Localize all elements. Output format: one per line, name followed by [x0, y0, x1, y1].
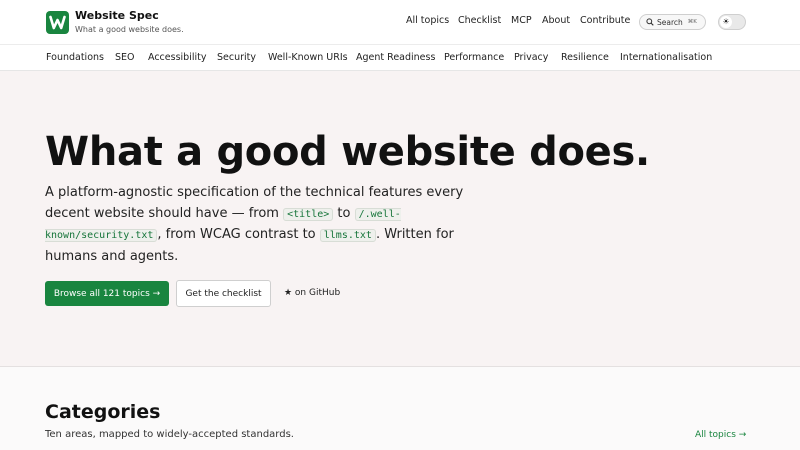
hero-desc-text: , from WCAG contrast to — [157, 227, 320, 242]
browse-topics-button[interactable]: Browse all 121 topics → — [45, 281, 169, 306]
get-checklist-button[interactable]: Get the checklist — [176, 280, 271, 307]
code-snippet: llms.txt — [319, 229, 376, 242]
catnav-well-known-uris[interactable]: Well-Known URIs — [268, 52, 348, 63]
categories-subtitle: Ten areas, mapped to widely-accepted sta… — [45, 429, 294, 440]
all-topics-link[interactable]: All topics → — [695, 430, 746, 440]
site-title[interactable]: Website Spec — [75, 9, 159, 22]
catnav-resilience[interactable]: Resilience — [561, 52, 609, 63]
hero-title: What a good website does. — [45, 129, 650, 175]
catnav-internationalisation[interactable]: Internationalisation — [620, 52, 712, 63]
hero-description: A platform-agnostic specification of the… — [45, 183, 465, 267]
nav-checklist[interactable]: Checklist — [458, 15, 501, 26]
logo-icon[interactable] — [46, 11, 69, 34]
search-button[interactable]: Search ⌘K — [639, 14, 706, 30]
search-shortcut: ⌘K — [687, 19, 697, 25]
catnav-seo[interactable]: SEO — [115, 52, 135, 63]
github-link[interactable]: ★ on GitHub — [284, 288, 340, 298]
search-icon — [646, 18, 654, 26]
categories-title: Categories — [45, 401, 161, 423]
category-nav: Foundations SEO Accessibility Security W… — [0, 45, 800, 71]
catnav-foundations[interactable]: Foundations — [46, 52, 104, 63]
catnav-performance[interactable]: Performance — [444, 52, 504, 63]
nav-all-topics[interactable]: All topics — [406, 15, 449, 26]
catnav-security[interactable]: Security — [217, 52, 256, 63]
sun-icon: ☀ — [720, 16, 732, 28]
site-header: Website Spec What a good website does. A… — [0, 0, 800, 45]
nav-contribute[interactable]: Contribute — [580, 15, 630, 26]
nav-mcp[interactable]: MCP — [511, 15, 532, 26]
code-snippet: <title> — [283, 207, 334, 221]
hero-desc-text: to — [333, 205, 355, 221]
catnav-agent-readiness[interactable]: Agent Readiness — [356, 52, 435, 63]
search-label: Search — [657, 17, 683, 27]
catnav-accessibility[interactable]: Accessibility — [148, 52, 206, 63]
site-tagline: What a good website does. — [75, 25, 184, 34]
nav-about[interactable]: About — [542, 15, 570, 26]
catnav-privacy[interactable]: Privacy — [514, 52, 548, 63]
theme-toggle[interactable]: ☀ — [718, 14, 746, 30]
